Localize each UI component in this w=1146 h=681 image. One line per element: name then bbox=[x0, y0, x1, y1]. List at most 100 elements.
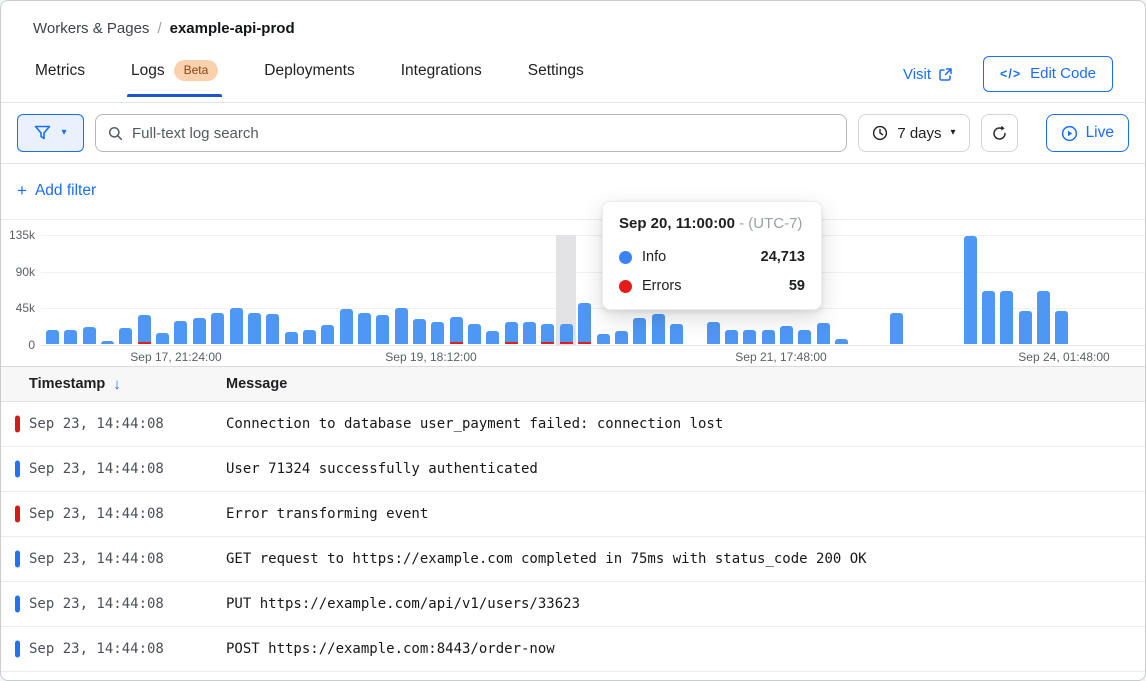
add-filter-button[interactable]: + Add filter bbox=[17, 181, 96, 201]
chart-bar[interactable] bbox=[523, 322, 536, 344]
chart-bar[interactable] bbox=[468, 324, 481, 344]
chart-bar[interactable] bbox=[725, 330, 738, 344]
log-timestamp: Sep 23, 14:44:08 bbox=[1, 641, 226, 657]
chart-bar[interactable] bbox=[431, 322, 444, 344]
chart-bar[interactable] bbox=[248, 313, 261, 344]
tab-deployments[interactable]: Deployments bbox=[262, 56, 356, 97]
tab-label: Metrics bbox=[35, 62, 85, 80]
chart-bar-error-segment bbox=[505, 342, 518, 344]
chart-bar[interactable] bbox=[266, 314, 279, 344]
chart-bar[interactable] bbox=[780, 326, 793, 344]
chart-bar[interactable] bbox=[64, 330, 77, 344]
log-row[interactable]: Sep 23, 14:44:08Connection to database u… bbox=[1, 402, 1145, 447]
chart-bar[interactable] bbox=[321, 325, 334, 344]
tooltip-series-row: Info24,713 bbox=[619, 249, 805, 265]
log-row[interactable]: Sep 23, 14:44:08POST https://example.com… bbox=[1, 627, 1145, 672]
series-value: 59 bbox=[789, 278, 805, 294]
chart-bar[interactable] bbox=[230, 308, 243, 344]
gridline bbox=[41, 235, 1145, 236]
log-row[interactable]: Sep 23, 14:44:08User 71324 successfully … bbox=[1, 447, 1145, 492]
chart-bar[interactable] bbox=[890, 313, 903, 344]
chart-bar[interactable] bbox=[578, 303, 591, 344]
chart-bar[interactable] bbox=[285, 332, 298, 344]
chart-plot-area bbox=[41, 235, 1145, 345]
chart-bar[interactable] bbox=[597, 334, 610, 344]
edit-code-button[interactable]: </> Edit Code bbox=[983, 56, 1113, 92]
chart-bar[interactable] bbox=[798, 330, 811, 344]
chart-bar[interactable] bbox=[358, 313, 371, 344]
time-range-dropdown[interactable]: 7 days ▾ bbox=[858, 114, 969, 152]
log-row[interactable]: Sep 23, 14:44:08Error transforming event bbox=[1, 492, 1145, 537]
chart-bar[interactable] bbox=[376, 315, 389, 344]
chart-bar[interactable] bbox=[119, 328, 132, 344]
chart-bar[interactable] bbox=[835, 339, 848, 344]
tab-logs[interactable]: LogsBeta bbox=[129, 56, 220, 97]
chart-bar[interactable] bbox=[101, 341, 114, 344]
log-row[interactable]: Sep 23, 14:44:08PUT https://example.com/… bbox=[1, 582, 1145, 627]
chart-bar-error-segment bbox=[578, 342, 591, 344]
tab-integrations[interactable]: Integrations bbox=[399, 56, 484, 97]
chart-bar[interactable] bbox=[211, 313, 224, 344]
chart-bar[interactable] bbox=[670, 324, 683, 344]
chart-bar[interactable] bbox=[156, 333, 169, 344]
chart-bar[interactable] bbox=[743, 330, 756, 344]
add-filter-label: Add filter bbox=[35, 182, 96, 200]
chart-bar[interactable] bbox=[817, 323, 830, 344]
chart-bar[interactable] bbox=[762, 330, 775, 344]
chart-bar[interactable] bbox=[505, 322, 518, 344]
chart-bar[interactable] bbox=[1037, 291, 1050, 344]
tab-metrics[interactable]: Metrics bbox=[33, 56, 87, 97]
severity-error-indicator bbox=[15, 416, 20, 433]
chart-bar[interactable] bbox=[174, 321, 187, 344]
chart-bar[interactable] bbox=[964, 236, 977, 344]
chart-bar[interactable] bbox=[633, 318, 646, 344]
chart-bar[interactable] bbox=[1055, 311, 1068, 344]
severity-error-indicator bbox=[15, 506, 20, 523]
refresh-button[interactable] bbox=[981, 114, 1018, 152]
chart-bar[interactable] bbox=[652, 314, 665, 344]
chart-bar[interactable] bbox=[450, 317, 463, 344]
tab-settings[interactable]: Settings bbox=[526, 56, 586, 97]
x-axis-tick: Sep 19, 18:12:00 bbox=[385, 350, 476, 364]
chart-bar[interactable] bbox=[413, 319, 426, 344]
filter-dropdown-button[interactable]: ▾ bbox=[17, 114, 84, 152]
chart-bar-error-segment bbox=[560, 342, 573, 344]
header-actions: Visit </> Edit Code bbox=[903, 56, 1113, 102]
chart-bar[interactable] bbox=[486, 331, 499, 344]
search-icon bbox=[108, 126, 123, 141]
log-timestamp: Sep 23, 14:44:08 bbox=[1, 416, 226, 432]
chart-bar[interactable] bbox=[707, 322, 720, 344]
chart-bar[interactable] bbox=[1019, 311, 1032, 344]
chart-bar[interactable] bbox=[340, 309, 353, 344]
visit-label: Visit bbox=[903, 66, 931, 83]
chart-bar[interactable] bbox=[1000, 291, 1013, 344]
chart-bar[interactable] bbox=[395, 308, 408, 344]
chart-bar[interactable] bbox=[982, 291, 995, 344]
chart-bar[interactable] bbox=[46, 330, 59, 344]
chart-bar[interactable] bbox=[193, 318, 206, 344]
add-filter-row: + Add filter bbox=[1, 164, 1145, 220]
edit-code-label: Edit Code bbox=[1030, 65, 1096, 82]
breadcrumb-parent-link[interactable]: Workers & Pages bbox=[33, 20, 149, 37]
live-button[interactable]: Live bbox=[1046, 114, 1129, 152]
visit-link[interactable]: Visit bbox=[903, 66, 953, 83]
chart-bar-error-segment bbox=[450, 342, 463, 344]
gridline bbox=[41, 308, 1145, 309]
chart-bar[interactable] bbox=[83, 327, 96, 344]
chevron-down-icon: ▾ bbox=[951, 128, 956, 138]
chart-bar[interactable] bbox=[560, 324, 573, 344]
y-axis-tick: 90k bbox=[1, 265, 35, 279]
external-link-icon bbox=[938, 67, 953, 82]
log-message: GET request to https://example.com compl… bbox=[226, 551, 867, 567]
log-row[interactable]: Sep 23, 14:44:08GET request to https://e… bbox=[1, 537, 1145, 582]
timestamp-column-header[interactable]: Timestamp ↓ bbox=[1, 376, 226, 393]
log-timestamp: Sep 23, 14:44:08 bbox=[1, 551, 226, 567]
log-table-header: Timestamp ↓ Message bbox=[1, 366, 1145, 402]
chart-bar[interactable] bbox=[303, 330, 316, 344]
chart-bar[interactable] bbox=[138, 315, 151, 344]
chart-bar[interactable] bbox=[615, 331, 628, 344]
log-timestamp: Sep 23, 14:44:08 bbox=[1, 461, 226, 477]
chart-bar[interactable] bbox=[541, 324, 554, 344]
search-input[interactable] bbox=[132, 125, 834, 142]
refresh-icon bbox=[991, 125, 1008, 142]
